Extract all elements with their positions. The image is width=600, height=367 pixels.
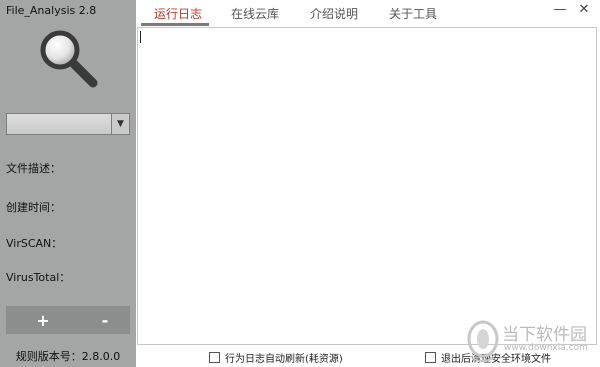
- watermark-url: www.downxia.com: [504, 343, 588, 353]
- auto-refresh-option[interactable]: 行为日志自动刷新(耗资源): [209, 350, 343, 365]
- file-select-dropdown[interactable]: ▼: [6, 113, 130, 135]
- tab-online-cloud[interactable]: 在线云库: [231, 5, 279, 22]
- rule-version-label: 规则版本号：2.8.0.0: [15, 350, 121, 363]
- text-caret: [140, 31, 141, 43]
- active-tab-indicator: [141, 23, 209, 26]
- auto-refresh-checkbox[interactable]: [209, 352, 220, 363]
- app-window: File_Analysis 2.8 ▼ 文件描述： 创建时间： VirSCAN：…: [0, 0, 600, 367]
- zoom-in-button[interactable]: +: [12, 306, 74, 334]
- tab-run-log[interactable]: 运行日志: [154, 5, 202, 22]
- auto-refresh-label: 行为日志自动刷新(耗资源): [225, 354, 343, 365]
- tab-introduction[interactable]: 介绍说明: [310, 5, 358, 22]
- chevron-down-icon[interactable]: ▼: [111, 114, 129, 134]
- watermark-text: 当下软件园: [502, 325, 587, 345]
- virustotal-label: VirusTotal：: [6, 271, 71, 284]
- clean-on-exit-checkbox[interactable]: [425, 352, 436, 363]
- magnifier-icon: [40, 30, 98, 88]
- zoom-out-button[interactable]: -: [74, 306, 136, 334]
- downxia-logo-icon: [467, 320, 499, 362]
- zoom-control-bar: + -: [6, 306, 130, 334]
- app-title: File_Analysis 2.8: [6, 4, 97, 17]
- tab-about[interactable]: 关于工具: [389, 5, 437, 22]
- minimize-button[interactable]: —: [552, 2, 568, 17]
- watermark: 当下软件园 www.downxia.com: [466, 318, 596, 364]
- creation-time-label: 创建时间：: [6, 201, 61, 214]
- close-button[interactable]: ✕: [576, 2, 592, 17]
- run-log-textarea[interactable]: [137, 27, 597, 345]
- file-description-label: 文件描述：: [6, 162, 61, 175]
- virscan-label: VirSCAN：: [6, 237, 63, 250]
- sidebar: File_Analysis 2.8 ▼ 文件描述： 创建时间： VirSCAN：…: [0, 0, 136, 367]
